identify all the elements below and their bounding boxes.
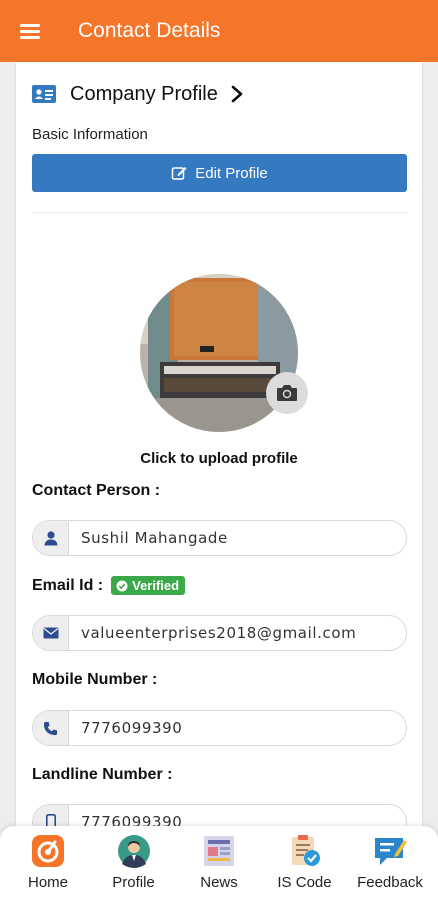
company-profile-link[interactable]: Company Profile <box>32 80 244 108</box>
landline-number-label: Landline Number : <box>32 766 173 783</box>
mobile-number-input[interactable] <box>69 711 406 745</box>
profile-icon <box>117 835 150 868</box>
nav-news-label: News <box>200 874 238 891</box>
nav-is-code[interactable]: IS Code <box>263 826 347 900</box>
feedback-icon <box>375 838 407 865</box>
verified-badge: Verified <box>111 576 186 595</box>
nav-news[interactable]: News <box>177 826 261 900</box>
divider <box>32 212 407 213</box>
nav-feedback-label: Feedback <box>357 874 423 891</box>
bottom-navigation: Home Profile News IS Code Feedback <box>0 826 438 900</box>
nav-profile[interactable]: Profile <box>92 826 176 900</box>
nav-is-code-label: IS Code <box>277 874 332 891</box>
email-label: Email Id : Verified <box>32 576 186 595</box>
email-field <box>32 615 407 651</box>
edit-profile-button[interactable]: Edit Profile <box>32 154 407 192</box>
mobile-number-label: Mobile Number : <box>32 671 158 688</box>
nav-profile-label: Profile <box>112 874 155 891</box>
phone-icon <box>33 711 69 745</box>
home-icon <box>32 835 64 867</box>
edit-icon <box>171 167 187 180</box>
upload-profile-label: Click to upload profile <box>140 450 298 467</box>
section-title: Company Profile <box>70 82 218 105</box>
camera-icon <box>277 385 297 401</box>
edit-profile-label: Edit Profile <box>195 164 268 182</box>
contact-person-field <box>32 520 407 556</box>
contact-person-input[interactable] <box>69 521 406 555</box>
nav-home-label: Home <box>27 874 68 891</box>
nav-feedback[interactable]: Feedback <box>348 826 432 900</box>
id-card-icon <box>32 85 56 103</box>
email-input[interactable] <box>69 616 406 650</box>
envelope-icon <box>33 616 69 650</box>
is-code-icon <box>291 835 320 866</box>
chevron-right-icon <box>231 85 243 103</box>
user-icon <box>33 521 69 555</box>
menu-icon[interactable] <box>20 22 44 40</box>
news-icon <box>204 836 234 866</box>
camera-button[interactable] <box>266 372 308 414</box>
contact-person-label: Contact Person : <box>32 482 161 499</box>
page-title: Contact Details <box>78 19 221 42</box>
check-circle-icon <box>116 580 128 591</box>
basic-information-label: Basic Information <box>32 126 148 143</box>
nav-home[interactable]: Home <box>6 826 90 900</box>
mobile-number-field <box>32 710 407 746</box>
app-bar: Contact Details <box>0 0 438 62</box>
profile-card: Company Profile Basic Information Edit P… <box>16 62 422 882</box>
